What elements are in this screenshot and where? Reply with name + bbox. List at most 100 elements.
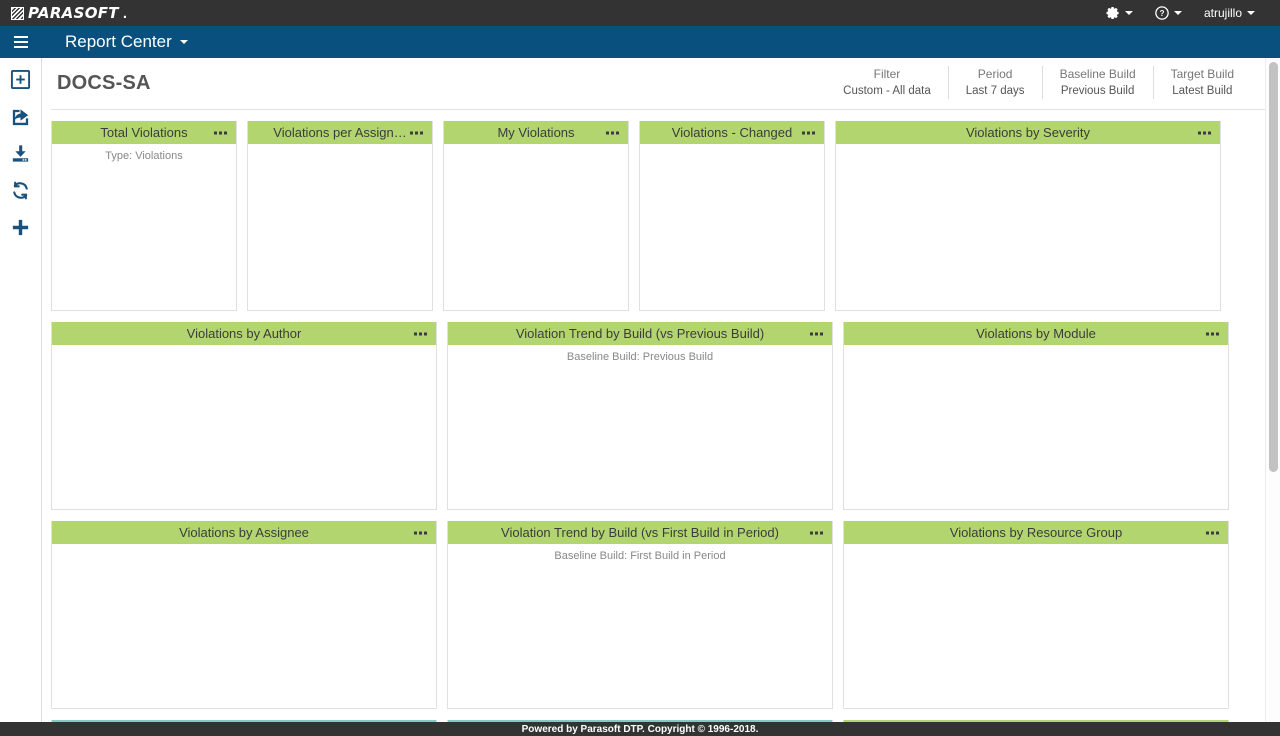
widget-title: Violation Trend by Build (vs First Build…: [501, 525, 779, 540]
widget-subtitle: Type: Violations: [105, 150, 183, 162]
filter-value: Previous Build: [1060, 85, 1135, 97]
widget-header[interactable]: My Violations: [444, 121, 628, 144]
widget[interactable]: Total Violations Type: Violations: [51, 121, 237, 311]
widget-menu-icon[interactable]: [413, 527, 428, 538]
widget[interactable]: Violations - Changed: [639, 121, 825, 311]
widget-header[interactable]: Violations by Resource Group: [844, 521, 1228, 544]
widget-title: Violations - Changed: [671, 125, 793, 140]
widget-header[interactable]: Violations by Severity: [836, 121, 1220, 144]
widget-row: Violations by Author Violation Trend by B…: [51, 322, 1271, 510]
filter-label: Target Build: [1170, 67, 1234, 81]
widget[interactable]: Violations by Module: [843, 322, 1229, 510]
widget-body: [248, 144, 432, 310]
filter-bar: Filter Custom - All data Period Last 7 days…: [826, 66, 1251, 99]
widget-header[interactable]: Violation Trend by Build (vs First Build…: [448, 521, 832, 544]
widget[interactable]: Violations by Resource Group: [843, 521, 1229, 709]
refresh-icon[interactable]: [9, 178, 33, 202]
widget[interactable]: Violations per Assign…: [247, 121, 433, 311]
widget-menu-icon[interactable]: [1205, 328, 1220, 339]
widget-title: Violation Trend by Build (vs Previous Bu…: [515, 326, 765, 341]
widget-title: Violations by Assignee: [179, 525, 309, 540]
settings-menu[interactable]: [1095, 0, 1144, 26]
widget-header[interactable]: Violation Trend by Build (vs Previous Bu…: [448, 322, 832, 345]
widget-header[interactable]: Violations by Module: [844, 322, 1228, 345]
widget-body: [52, 345, 436, 509]
widget-header[interactable]: Violations by Assignee: [52, 521, 436, 544]
filter-label: Period: [977, 67, 1013, 81]
widget-row: Total Violations Type: Violations Violatio…: [51, 121, 1271, 311]
widget-menu-icon[interactable]: [409, 127, 424, 138]
report-center-menu[interactable]: Report Center: [65, 32, 188, 52]
widget-body: [444, 144, 628, 310]
widget-body: [844, 345, 1228, 509]
widget[interactable]: Violations by Assignee: [51, 521, 437, 709]
vertical-scrollbar[interactable]: [1265, 58, 1280, 736]
widget-header[interactable]: Violations - Changed: [640, 121, 824, 144]
parasoft-mark-icon: [11, 6, 24, 20]
widget-row: Violations by Assignee Violation Trend by…: [51, 521, 1271, 709]
filter-label: Baseline Build: [1059, 67, 1136, 81]
scrollbar-thumb[interactable]: [1269, 62, 1278, 472]
widget-menu-icon[interactable]: [413, 328, 428, 339]
widget[interactable]: Violations by Severity: [835, 121, 1221, 311]
svg-text:?: ?: [1160, 9, 1165, 18]
widget-header[interactable]: Total Violations: [52, 121, 236, 144]
widget-menu-icon[interactable]: [1197, 127, 1212, 138]
top-bar-actions: ? atrujillo: [1095, 0, 1266, 26]
widget-title: Violations by Severity: [965, 125, 1091, 140]
chevron-down-icon: [1173, 11, 1182, 15]
download-icon[interactable]: [9, 141, 33, 165]
user-menu-label: atrujillo: [1203, 6, 1242, 20]
widget-body: [640, 144, 824, 310]
widget-title: Total Violations: [100, 125, 188, 140]
widget-menu-icon[interactable]: [1205, 527, 1220, 538]
widget-body: [52, 544, 436, 708]
widget-subtitle: Baseline Build: First Build in Period: [554, 550, 726, 562]
brand-dot: .: [122, 4, 127, 22]
parasoft-logo[interactable]: PARASOFT .: [11, 4, 127, 22]
widget-menu-icon[interactable]: [605, 127, 620, 138]
widget-menu-icon[interactable]: [213, 127, 228, 138]
widget-body: [844, 544, 1228, 708]
nav-bar: Report Center: [0, 26, 1280, 58]
widget-menu-icon[interactable]: [801, 127, 816, 138]
left-toolbar: [0, 58, 42, 736]
question-circle-icon: ?: [1155, 6, 1169, 20]
widget[interactable]: Violation Trend by Build (vs First Build…: [447, 521, 833, 709]
filter-value: Last 7 days: [965, 85, 1025, 97]
widget-menu-icon[interactable]: [809, 527, 824, 538]
widget-subtitle: Baseline Build: Previous Build: [566, 351, 714, 363]
share-icon[interactable]: [9, 104, 33, 128]
widget-title: Violations by Module: [976, 326, 1096, 341]
widget-title: Violations by Resource Group: [949, 525, 1123, 540]
filter-group-target-build[interactable]: Target Build Latest Build: [1152, 66, 1251, 99]
user-menu[interactable]: atrujillo: [1193, 0, 1266, 26]
chevron-down-icon: [1124, 11, 1133, 15]
widget-body: [836, 144, 1220, 310]
widget-title: Violations by Author: [186, 326, 302, 341]
widget-title: My Violations: [497, 125, 575, 140]
help-menu[interactable]: ?: [1144, 0, 1193, 26]
nav-title-label: Report Center: [65, 32, 172, 51]
filter-label: Filter: [873, 67, 901, 81]
dashboard-header: DOCS-SA Filter Custom - All data Period Las…: [51, 58, 1271, 110]
hamburger-icon[interactable]: [0, 26, 42, 58]
widget-menu-icon[interactable]: [809, 328, 824, 339]
plus-icon[interactable]: [9, 215, 33, 239]
filter-value: Custom - All data: [843, 85, 931, 97]
filter-group-filter[interactable]: Filter Custom - All data: [826, 66, 948, 99]
chevron-down-icon: [179, 40, 188, 44]
filter-value: Latest Build: [1172, 85, 1233, 97]
widget-header[interactable]: Violations by Author: [52, 322, 436, 345]
add-box-icon[interactable]: [9, 67, 33, 91]
widget[interactable]: Violation Trend by Build (vs Previous Bu…: [447, 322, 833, 510]
filter-group-period[interactable]: Period Last 7 days: [947, 66, 1042, 99]
top-bar: PARASOFT . ? atrujillo: [0, 0, 1280, 26]
footer: Powered by Parasoft DTP. Copyright © 199…: [0, 722, 1280, 736]
widget[interactable]: Violations by Author: [51, 322, 437, 510]
widget-header[interactable]: Violations per Assign…: [248, 121, 432, 144]
widget-title: Violations per Assign…: [273, 125, 407, 140]
widget[interactable]: My Violations: [443, 121, 629, 311]
filter-group-baseline-build[interactable]: Baseline Build Previous Build: [1041, 66, 1153, 99]
brand-name: PARASOFT: [28, 4, 119, 22]
